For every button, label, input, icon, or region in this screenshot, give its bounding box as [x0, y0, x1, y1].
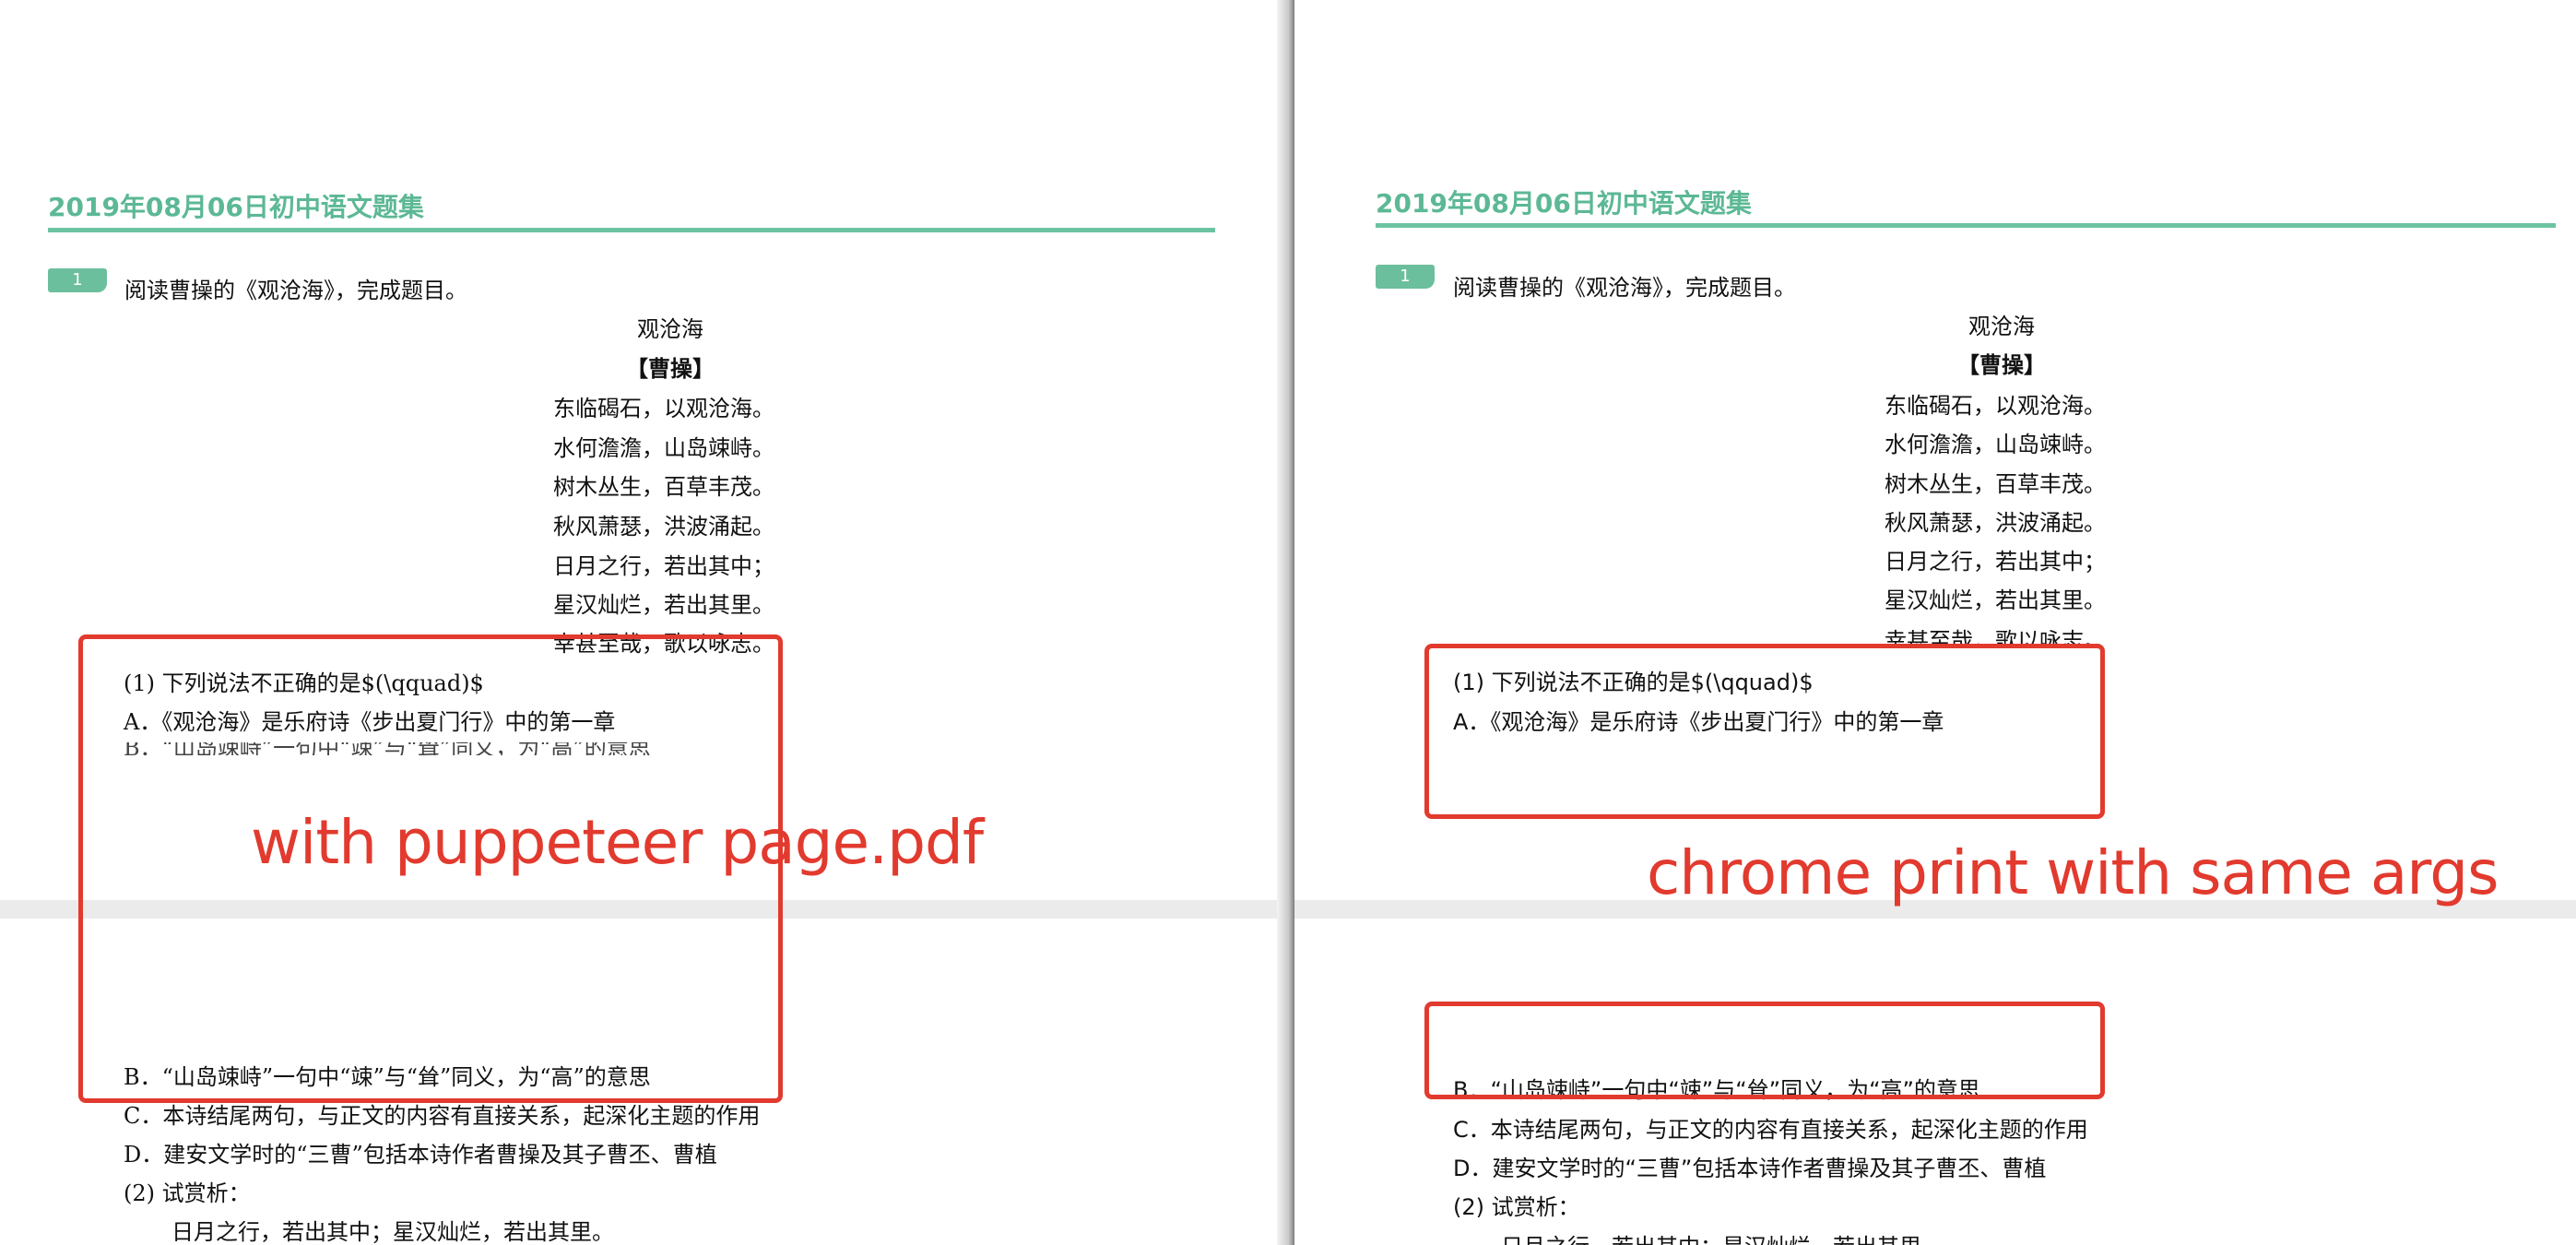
header-rule [48, 228, 1215, 232]
sub-question-2: (2) 试赏析： [1453, 1194, 1580, 1220]
poem-line: 树木丛生，百草丰茂。 [553, 474, 774, 500]
poem-line: 日月之行，若出其中； [1885, 549, 2106, 575]
poem-title: 观沧海 [1968, 314, 2035, 339]
option-d: D．建安文学时的“三曹”包括本诗作者曹操及其子曹丕、曹植 [1453, 1156, 2047, 1181]
annotation-box-top [1424, 644, 2105, 819]
quote-line: 日月之行，若出其中；星汉灿烂，若出其里。 [171, 1219, 614, 1245]
poem-line: 星汉灿烂，若出其里。 [1885, 587, 2106, 613]
poem-line: 日月之行，若出其中； [553, 553, 774, 579]
poem-title: 观沧海 [637, 316, 703, 342]
poem-line: 水何澹澹，山岛竦峙。 [1885, 432, 2106, 457]
question-number-badge: 1 [48, 268, 107, 292]
question-number-badge: 1 [1376, 265, 1435, 289]
poem-author: 【曹操】 [1957, 352, 2046, 378]
poem-line: 水何澹澹，山岛竦峙。 [553, 435, 774, 461]
annotation-box-bottom [1424, 1002, 2105, 1099]
annotation-label: chrome print with same args [1647, 837, 2499, 908]
poem-line: 树木丛生，百草丰茂。 [1885, 471, 2106, 497]
poem-line: 秋风萧瑟，洪波涌起。 [553, 514, 774, 540]
option-c: C．本诗结尾两句，与正文的内容有直接关系，起深化主题的作用 [1453, 1117, 2088, 1143]
header-title: 2019年08月06日初中语文题集 [1376, 188, 1752, 219]
poem-line: 秋风萧瑟，洪波涌起。 [1885, 510, 2106, 536]
chrome-print-pane: 2019年08月06日初中语文题集 1 阅读曹操的《观沧海》，完成题目。 观沧海… [1294, 0, 2576, 1245]
sub-question-2: (2) 试赏析： [124, 1180, 251, 1206]
poem-author: 【曹操】 [626, 355, 715, 382]
annotation-label: with puppeteer page.pdf [251, 807, 984, 878]
clipped-line-fragment: 日月之行，若出其中；星汉灿烂，若出其里。 [1501, 1227, 2054, 1245]
quote-line: 日月之行，若出其中；星汉灿烂，若出其里。 [1501, 1228, 1944, 1245]
poem-line: 东临碣石，以观沧海。 [553, 396, 774, 421]
pane-divider [1277, 0, 1296, 1245]
poem-line: 星汉灿烂，若出其里。 [553, 592, 774, 618]
header-title: 2019年08月06日初中语文题集 [48, 192, 424, 222]
header-rule [1376, 223, 2556, 228]
question-prompt: 阅读曹操的《观沧海》，完成题目。 [1453, 275, 1796, 301]
question-prompt: 阅读曹操的《观沧海》，完成题目。 [124, 278, 467, 303]
poem-line: 东临碣石，以观沧海。 [1885, 393, 2106, 419]
puppeteer-pdf-pane: 2019年08月06日初中语文题集 1 阅读曹操的《观沧海》，完成题目。 观沧海… [0, 0, 1294, 1245]
option-d: D．建安文学时的“三曹”包括本诗作者曹操及其子曹丕、曹植 [124, 1142, 717, 1168]
